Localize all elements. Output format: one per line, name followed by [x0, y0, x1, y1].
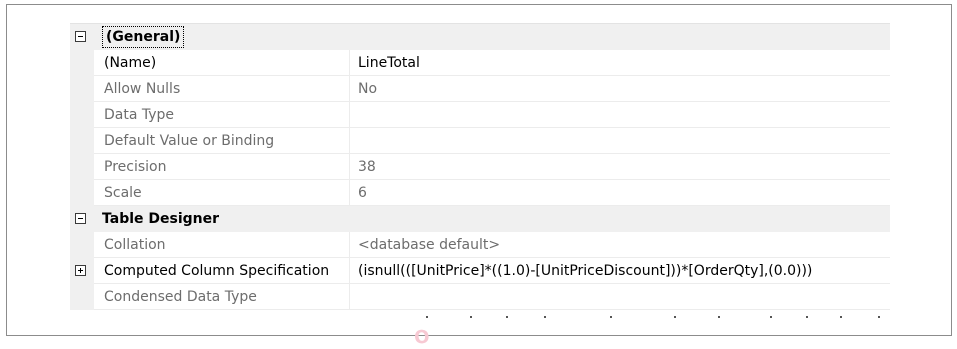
gutter	[70, 50, 94, 76]
gutter	[70, 258, 94, 284]
property-value[interactable]: (isnull(([UnitPrice]*((1.0)-[UnitPriceDi…	[350, 258, 890, 284]
property-value[interactable]: LineTotal	[350, 50, 890, 76]
property-value[interactable]: <database default>	[350, 232, 890, 258]
category-spacer	[350, 206, 890, 232]
property-value[interactable]: 38	[350, 154, 890, 180]
expand-plus-icon[interactable]	[75, 265, 86, 276]
gutter	[70, 76, 94, 102]
gutter	[70, 206, 94, 232]
property-row-condensed-data-type[interactable]: Condensed Data Type	[70, 284, 890, 310]
property-grid: (General) (Name) LineTotal Allow Nulls N…	[70, 23, 890, 310]
property-row-scale[interactable]: Scale 6	[70, 180, 890, 206]
property-name: (Name)	[94, 50, 350, 76]
property-name: Scale	[94, 180, 350, 206]
property-row-allow-nulls[interactable]: Allow Nulls No	[70, 76, 890, 102]
category-spacer	[350, 24, 890, 50]
property-value[interactable]	[350, 128, 890, 154]
property-value[interactable]: 6	[350, 180, 890, 206]
collapse-minus-icon[interactable]	[75, 213, 86, 224]
property-row-name[interactable]: (Name) LineTotal	[70, 50, 890, 76]
property-row-computed-column[interactable]: Computed Column Specification (isnull(([…	[70, 258, 890, 284]
property-name: Computed Column Specification	[94, 258, 350, 284]
property-value[interactable]: No	[350, 76, 890, 102]
property-name: Condensed Data Type	[94, 284, 350, 310]
gutter	[70, 180, 94, 206]
property-row-collation[interactable]: Collation <database default>	[70, 232, 890, 258]
gutter	[70, 284, 94, 310]
property-name: Allow Nulls	[94, 76, 350, 102]
gutter	[70, 102, 94, 128]
gutter	[70, 232, 94, 258]
property-value[interactable]	[350, 284, 890, 310]
category-general-title: (General)	[94, 24, 350, 50]
clipped-row-edge	[70, 316, 890, 320]
category-table-designer-title: Table Designer	[94, 206, 350, 232]
property-row-default-value[interactable]: Default Value or Binding	[70, 128, 890, 154]
property-row-data-type[interactable]: Data Type	[70, 102, 890, 128]
gutter	[70, 128, 94, 154]
collapse-minus-icon[interactable]	[75, 31, 86, 42]
category-table-designer[interactable]: Table Designer	[70, 206, 890, 232]
property-name: Collation	[94, 232, 350, 258]
property-name: Default Value or Binding	[94, 128, 350, 154]
property-name: Precision	[94, 154, 350, 180]
property-name: Data Type	[94, 102, 350, 128]
property-value[interactable]	[350, 102, 890, 128]
gutter	[70, 154, 94, 180]
gutter	[70, 24, 94, 50]
property-row-precision[interactable]: Precision 38	[70, 154, 890, 180]
category-general[interactable]: (General)	[70, 24, 890, 50]
